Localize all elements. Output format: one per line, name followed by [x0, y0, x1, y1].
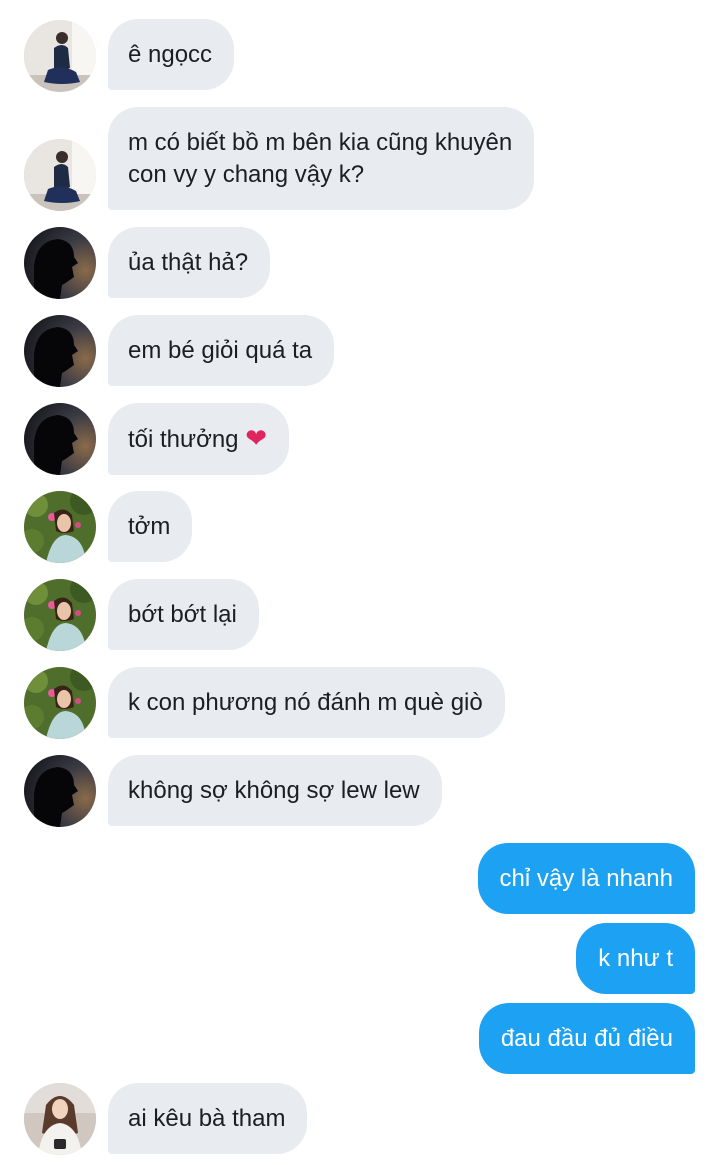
avatar-white-top[interactable]	[24, 1083, 96, 1155]
message-bubble-outgoing[interactable]: chỉ vậy là nhanh	[477, 843, 695, 914]
avatar-dark-dress[interactable]	[24, 20, 96, 92]
message-bubble-incoming[interactable]: k con phương nó đánh m què giò	[108, 667, 505, 738]
message-bubble-outgoing[interactable]: đau đầu đủ điều	[478, 1003, 695, 1074]
message-bubble-incoming[interactable]: em bé giỏi quá ta	[108, 315, 335, 386]
message-bubble-incoming[interactable]: bớt bớt lại	[108, 579, 259, 650]
message-bubble-incoming[interactable]: không sợ không sợ lew lew	[108, 755, 442, 826]
avatar-garden[interactable]	[24, 491, 96, 563]
avatar-garden[interactable]	[24, 579, 96, 651]
chat-thread: ê ngọcc m có biết bồ m bên kia cũng khuy…	[0, 0, 719, 1165]
avatar-garden[interactable]	[24, 667, 96, 739]
message-bubble-incoming[interactable]: m có biết bồ m bên kia cũng khuyên con v…	[108, 107, 535, 210]
avatar-dark-dress[interactable]	[24, 139, 96, 211]
heart-emoji-icon: ❤	[245, 424, 267, 454]
avatar-silhouette[interactable]	[24, 227, 96, 299]
message-bubble-incoming[interactable]: tối thưởng ❤	[108, 403, 289, 475]
message-bubble-incoming[interactable]: ủa thật hả?	[108, 227, 271, 298]
avatar-silhouette[interactable]	[24, 755, 96, 827]
message-bubble-incoming[interactable]: ai kêu bà tham	[108, 1083, 308, 1154]
message-bubble-outgoing[interactable]: k như t	[576, 923, 695, 994]
message-text: tối thưởng	[128, 426, 239, 453]
message-bubble-incoming[interactable]: tởm	[108, 491, 193, 562]
avatar-silhouette[interactable]	[24, 315, 96, 387]
avatar-silhouette[interactable]	[24, 403, 96, 475]
message-bubble-incoming[interactable]: ê ngọcc	[108, 19, 235, 90]
